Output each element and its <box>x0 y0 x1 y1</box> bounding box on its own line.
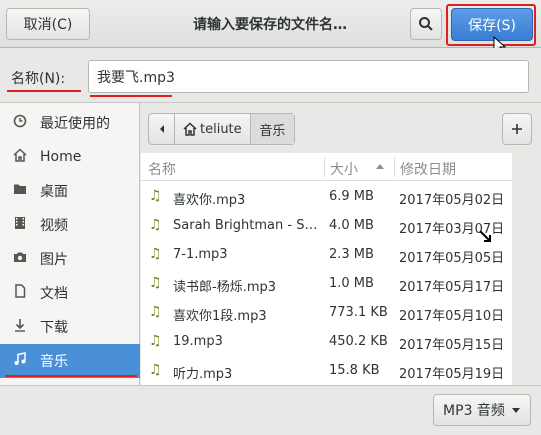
sidebar-item-home[interactable]: Home <box>0 140 140 174</box>
cancel-button[interactable]: 取消(C) <box>6 8 90 40</box>
file-row[interactable]: ♫ 听力.mp3 15.8 KB 2017年05月19日 <box>141 356 512 385</box>
search-icon <box>419 17 433 31</box>
download-icon <box>11 318 29 336</box>
list-header: 名称 大小 修改日期 <box>141 153 512 181</box>
sidebar-item-label: Home <box>40 149 82 165</box>
places-sidebar: 最近使用的 Home 桌面 视频 图片 文档 下载 音乐 <box>0 103 140 385</box>
resize-cursor-icon <box>479 230 491 242</box>
column-separator <box>324 157 325 177</box>
home-icon <box>11 148 29 166</box>
path-home-button[interactable]: teliute <box>175 114 251 144</box>
sidebar-item-documents[interactable]: 文档 <box>0 276 140 310</box>
video-icon <box>11 216 29 234</box>
document-icon <box>11 284 29 302</box>
file-row[interactable]: ♫ 读书郎-杨烁.mp3 1.0 MB 2017年05月17日 <box>141 269 512 298</box>
path-bar: teliute 音乐 <box>148 113 295 145</box>
sidebar-item-label: 图片 <box>40 252 68 268</box>
file-list: 名称 大小 修改日期 ♫ 喜欢你.mp3 6.9 MB 2017年05月02日 … <box>141 153 512 385</box>
search-button[interactable] <box>410 8 442 40</box>
path-back-button[interactable] <box>149 114 175 144</box>
file-date: 2017年05月05日 <box>399 251 505 266</box>
file-size: 2.3 MB <box>329 247 374 262</box>
file-type-filter-label: MP3 音频 <box>443 403 505 419</box>
file-name: 读书郎-杨烁.mp3 <box>173 280 277 295</box>
chevron-down-icon <box>511 407 520 413</box>
camera-icon <box>11 250 29 268</box>
column-separator <box>394 157 395 177</box>
label-annotation-underline <box>7 90 81 92</box>
audio-file-icon: ♫ <box>149 362 162 378</box>
footer-bar: MP3 音频 <box>0 385 541 435</box>
filename-row: 名称(N): <box>0 48 541 102</box>
path-music-button[interactable]: 音乐 <box>250 114 294 144</box>
column-header-modified[interactable]: 修改日期 <box>400 159 456 179</box>
file-name: 19.mp3 <box>173 334 223 349</box>
filename-label: 名称(N): <box>11 71 66 87</box>
audio-file-icon: ♫ <box>149 246 162 262</box>
file-date: 2017年05月19日 <box>399 367 505 382</box>
file-size: 4.0 MB <box>329 218 374 233</box>
dialog-title: 请输入要保存的文件名… <box>193 17 347 33</box>
sidebar-item-downloads[interactable]: 下载 <box>0 310 140 344</box>
sidebar-item-label: 最近使用的 <box>40 116 110 132</box>
music-icon <box>11 352 29 370</box>
folder-icon <box>11 182 29 200</box>
sidebar-item-label: 桌面 <box>40 184 68 200</box>
audio-file-icon: ♫ <box>149 188 162 204</box>
audio-file-icon: ♫ <box>149 275 162 291</box>
file-date: 2017年05月02日 <box>399 193 505 208</box>
sidebar-item-label: 文档 <box>40 286 68 302</box>
scrollbar-area[interactable] <box>512 153 541 385</box>
column-header-size[interactable]: 大小 <box>330 159 358 179</box>
file-name: Sarah Brightman - S… <box>173 218 318 233</box>
sidebar-item-desktop[interactable]: 桌面 <box>0 174 140 208</box>
file-size: 450.2 KB <box>329 334 388 349</box>
file-row[interactable]: ♫ 喜欢你1段.mp3 773.1 KB 2017年05月10日 <box>141 298 512 327</box>
path-music-label: 音乐 <box>259 123 286 139</box>
path-home-label: teliute <box>200 121 242 137</box>
column-header-name[interactable]: 名称 <box>148 159 176 179</box>
file-name: 7-1.mp3 <box>173 247 228 262</box>
file-date: 2017年05月10日 <box>399 309 505 324</box>
file-date: 2017年05月15日 <box>399 338 505 353</box>
file-row[interactable]: ♫ 19.mp3 450.2 KB 2017年05月15日 <box>141 327 512 356</box>
clock-icon <box>11 114 29 132</box>
save-button[interactable]: 保存(S) <box>451 8 533 41</box>
create-folder-button[interactable] <box>502 113 532 145</box>
sort-ascending-icon <box>376 164 384 169</box>
file-date: 2017年05月17日 <box>399 280 505 295</box>
audio-file-icon: ♫ <box>149 333 162 349</box>
sidebar-item-label: 下载 <box>40 320 68 336</box>
header-bar: 取消(C) 请输入要保存的文件名… 保存(S) <box>0 0 541 56</box>
plus-icon <box>512 124 522 134</box>
sidebar-item-label: 视频 <box>40 218 68 234</box>
file-type-filter[interactable]: MP3 音频 <box>433 394 531 426</box>
filename-input[interactable] <box>88 60 529 93</box>
sidebar-item-recent[interactable]: 最近使用的 <box>0 106 140 140</box>
file-name: 听力.mp3 <box>173 367 233 382</box>
audio-file-icon: ♫ <box>149 217 162 233</box>
sidebar-annotation-underline <box>5 375 137 377</box>
chevron-left-icon <box>159 125 164 133</box>
input-annotation-underline <box>90 95 172 97</box>
sidebar-item-videos[interactable]: 视频 <box>0 208 140 242</box>
home-icon <box>183 122 197 136</box>
path-bar-row: teliute 音乐 <box>141 103 541 153</box>
sidebar-item-label: 音乐 <box>40 354 68 370</box>
sidebar-item-pictures[interactable]: 图片 <box>0 242 140 276</box>
file-name: 喜欢你1段.mp3 <box>173 309 267 324</box>
file-name: 喜欢你.mp3 <box>173 193 246 208</box>
file-row[interactable]: ♫ 喜欢你.mp3 6.9 MB 2017年05月02日 <box>141 182 512 211</box>
audio-file-icon: ♫ <box>149 304 162 320</box>
file-row[interactable]: ♫ 7-1.mp3 2.3 MB 2017年05月05日 <box>141 240 512 269</box>
file-size: 6.9 MB <box>329 189 374 204</box>
file-size: 15.8 KB <box>329 363 380 378</box>
file-size: 1.0 MB <box>329 276 374 291</box>
file-size: 773.1 KB <box>329 305 388 320</box>
sidebar-item-music[interactable]: 音乐 <box>0 344 140 378</box>
file-row[interactable]: ♫ Sarah Brightman - S… 4.0 MB 2017年03月07… <box>141 211 512 240</box>
